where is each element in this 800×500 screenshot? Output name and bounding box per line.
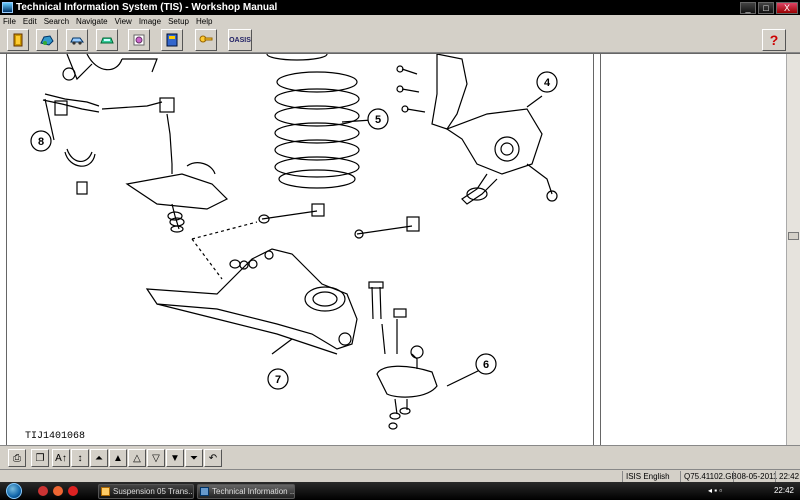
copy-button[interactable]: ❐ xyxy=(31,449,49,467)
next-page-icon: ▽ xyxy=(152,452,160,464)
toolbar: OASIS ? xyxy=(0,27,800,53)
menu-search[interactable]: Search xyxy=(44,17,69,26)
print-icon: ⎙ xyxy=(13,452,21,464)
zoom-in-icon: A↑ xyxy=(55,452,67,464)
status-date: 08-05-2011 xyxy=(733,471,777,482)
content-area: 4 5 6 7 8 TIJ1401068 xyxy=(0,53,800,446)
help-icon: ? xyxy=(769,32,779,48)
oasis-icon: OASIS xyxy=(229,36,251,44)
status-release: Q75.41102.GB xyxy=(680,471,737,482)
book-icon xyxy=(166,33,178,47)
component-button[interactable] xyxy=(128,29,150,51)
prev-page-button[interactable]: ▲ xyxy=(109,449,127,467)
car-side-icon xyxy=(70,37,84,45)
last-page-icon: ⏷ xyxy=(190,452,198,464)
callout-label-8: 8 xyxy=(38,136,44,148)
key-icon xyxy=(199,35,213,43)
task-tis[interactable]: Technical Information ... xyxy=(197,484,295,499)
task-label: Technical Information ... xyxy=(212,487,295,496)
help-button[interactable]: ? xyxy=(762,29,786,51)
tis-window: Technical Information System (TIS) - Wor… xyxy=(0,0,800,500)
zoom-in-button[interactable]: A↑ xyxy=(52,449,70,467)
task-suspension[interactable]: Suspension 05 Trans... xyxy=(98,484,194,499)
menu-help[interactable]: Help xyxy=(196,17,212,26)
quicklaunch-icon-2[interactable] xyxy=(53,486,63,496)
exit-icon xyxy=(13,33,23,47)
illustration-code: TIJ1401068 xyxy=(25,431,86,442)
prev-page-icon: ▲ xyxy=(113,452,123,464)
zoom-out-icon: ↕ xyxy=(77,452,83,464)
car-front-icon xyxy=(100,37,114,44)
menu-image[interactable]: Image xyxy=(139,17,161,26)
start-button[interactable] xyxy=(6,483,22,499)
component-icon xyxy=(133,34,145,46)
callout-label-6: 6 xyxy=(483,359,489,371)
car-side-button[interactable] xyxy=(66,29,88,51)
vertical-scrollbar[interactable] xyxy=(786,54,800,446)
last-page-button[interactable]: ⏷ xyxy=(185,449,203,467)
tray-icons: ◂ ▪ ▫ xyxy=(708,486,723,495)
quicklaunch-icon-1[interactable] xyxy=(38,486,48,496)
menu-navigate[interactable]: Navigate xyxy=(76,17,108,26)
exploded-view-drawing: 4 5 6 7 8 xyxy=(30,54,558,430)
down-icon: ▼ xyxy=(170,452,180,464)
status-bar: ISIS English Q75.41102.GB 08-05-2011 22:… xyxy=(0,469,800,482)
navigation-bar: ⎙ ❐ A↑ ↕ ⏶ ▲ △ ▽ ▼ ⏷ ↶ xyxy=(0,445,800,469)
up-button[interactable]: △ xyxy=(128,449,146,467)
menu-view[interactable]: View xyxy=(115,17,132,26)
folder-icon xyxy=(101,487,110,496)
back-icon: ↶ xyxy=(208,452,218,464)
car-front-button[interactable] xyxy=(96,29,118,51)
title-bar: Technical Information System (TIS) - Wor… xyxy=(0,0,800,15)
windows-taskbar: Suspension 05 Trans... Technical Informa… xyxy=(0,482,800,500)
system-tray: ◂ ▪ ▫ 22:42 xyxy=(700,482,800,500)
vehicle-button[interactable] xyxy=(36,29,58,51)
vehicle-icon xyxy=(40,35,54,46)
window-title: Technical Information System (TIS) - Wor… xyxy=(16,2,278,13)
down-button[interactable]: ▼ xyxy=(166,449,184,467)
key-button[interactable] xyxy=(195,29,217,51)
first-page-button[interactable]: ⏶ xyxy=(90,449,108,467)
callout-label-7: 7 xyxy=(275,374,281,386)
up-icon: △ xyxy=(133,452,141,464)
minimize-button[interactable]: _ xyxy=(740,1,756,14)
back-button[interactable]: ↶ xyxy=(204,449,222,467)
book-button[interactable] xyxy=(161,29,183,51)
menu-setup[interactable]: Setup xyxy=(168,17,189,26)
scrollbar-thumb[interactable] xyxy=(788,232,799,240)
app-icon xyxy=(2,2,13,13)
menu-bar: File Edit Search Navigate View Image Set… xyxy=(0,15,800,27)
menu-file[interactable]: File xyxy=(3,17,16,26)
maximize-button[interactable]: □ xyxy=(758,1,774,14)
oasis-button[interactable]: OASIS xyxy=(228,29,252,51)
tray-clock: 22:42 xyxy=(773,486,794,495)
close-button[interactable]: X xyxy=(776,1,798,14)
callout-label-4: 4 xyxy=(544,77,551,89)
callout-label-5: 5 xyxy=(375,114,381,126)
zoom-out-button[interactable]: ↕ xyxy=(71,449,89,467)
task-label: Suspension 05 Trans... xyxy=(113,487,194,496)
first-page-icon: ⏶ xyxy=(95,452,103,464)
next-page-button[interactable]: ▽ xyxy=(147,449,165,467)
info-pane xyxy=(600,54,786,446)
status-language: ISIS English xyxy=(622,471,670,482)
suspension-diagram[interactable]: 4 5 6 7 8 TIJ1401068 xyxy=(6,54,594,446)
print-button[interactable]: ⎙ xyxy=(8,449,26,467)
app-task-icon xyxy=(200,487,209,496)
status-time: 22:42 xyxy=(775,471,799,482)
exit-button[interactable] xyxy=(7,29,29,51)
quicklaunch-icon-3[interactable] xyxy=(68,486,78,496)
menu-edit[interactable]: Edit xyxy=(23,17,37,26)
copy-icon: ❐ xyxy=(35,452,45,464)
